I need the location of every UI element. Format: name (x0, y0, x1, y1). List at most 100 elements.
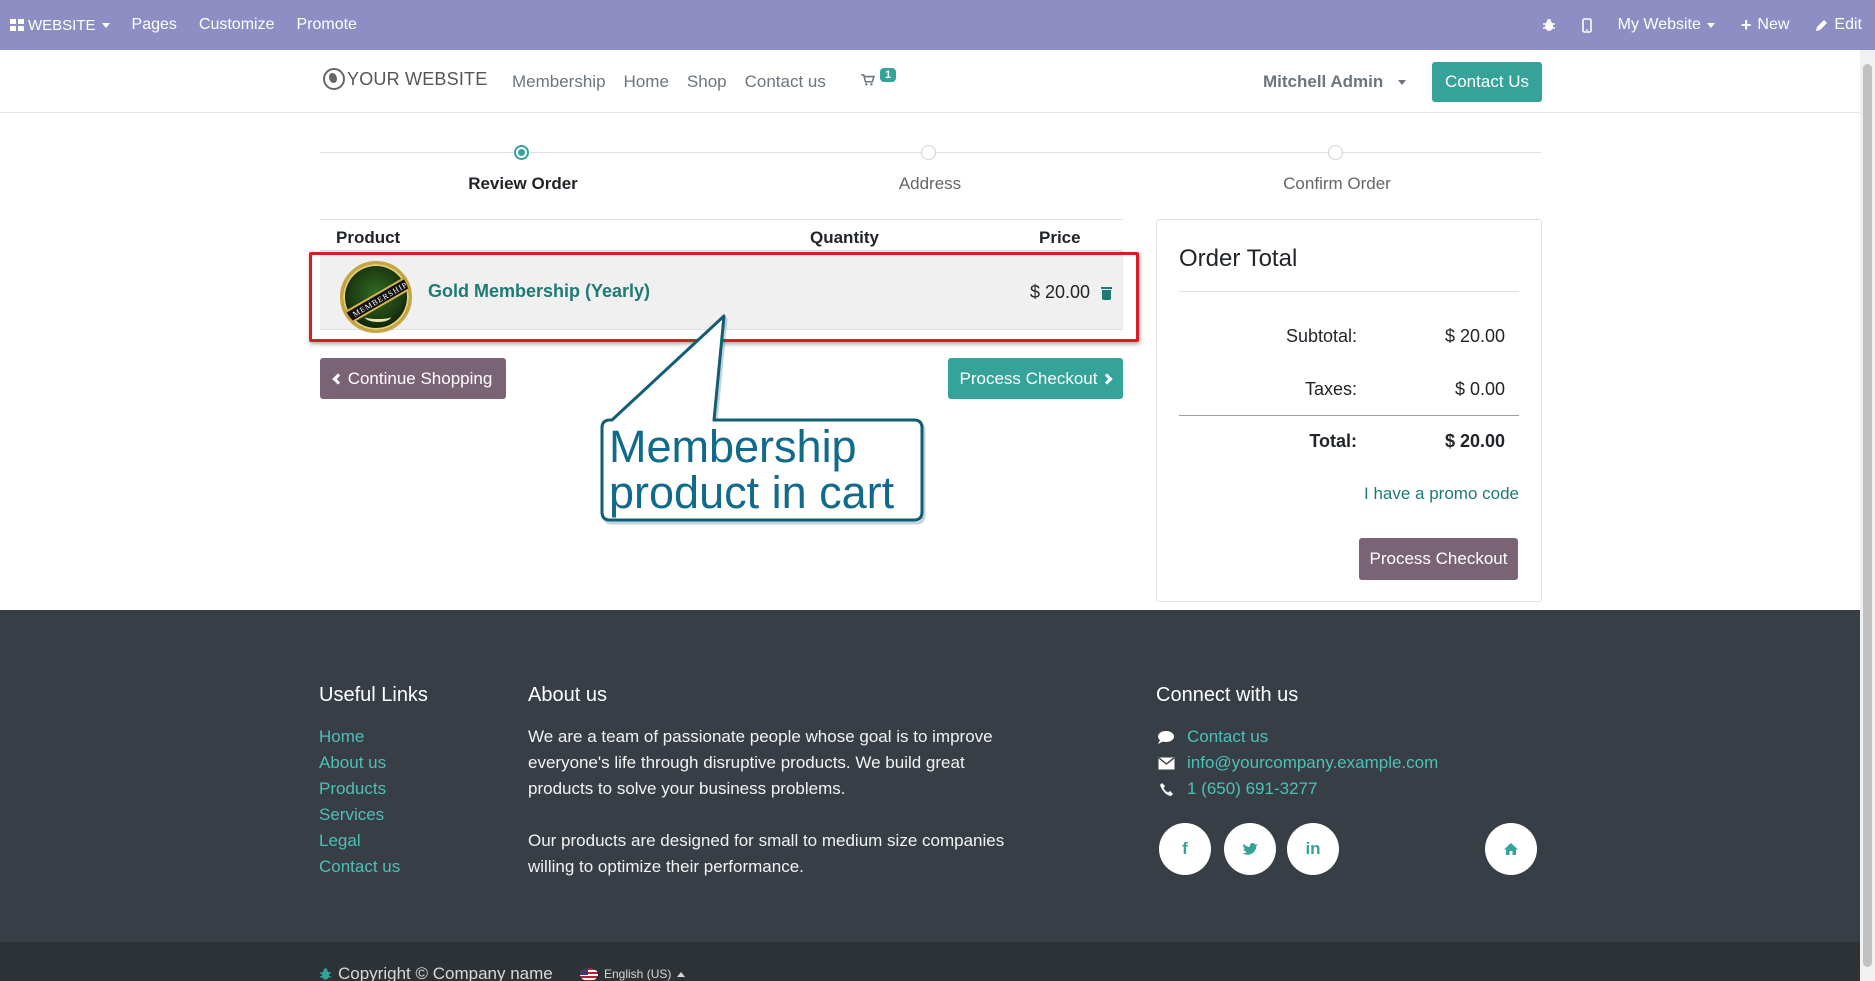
footer-link-home[interactable]: Home (319, 724, 400, 750)
order-total-card: Order Total Subtotal: $ 20.00 Taxes: $ 0… (1156, 219, 1542, 602)
connect-list: Contact us info@yourcompany.example.com … (1156, 724, 1438, 802)
order-process-checkout-button[interactable]: Process Checkout (1359, 538, 1518, 580)
admin-bar: WEBSITE Pages Customize Promote My Websi… (0, 0, 1875, 50)
promo-code-link[interactable]: I have a promo code (1364, 484, 1519, 504)
nav-item-contact-us[interactable]: Contact us (745, 72, 826, 92)
scrollbar-thumb[interactable] (1863, 64, 1872, 967)
nav-item-membership[interactable]: Membership (512, 72, 606, 92)
edit-label: Edit (1834, 16, 1862, 33)
site-footer: Useful Links Home About us Products Serv… (0, 610, 1860, 942)
us-flag-icon (580, 967, 598, 981)
contact-us-button[interactable]: Contact Us (1432, 62, 1542, 102)
subtotal-value: $ 20.00 (1444, 326, 1505, 346)
page-scrollbar[interactable] (1860, 50, 1875, 981)
product-image[interactable]: MEMBERSHIP (340, 261, 412, 333)
new-button[interactable]: + New (1728, 0, 1803, 50)
mobile-icon (1581, 17, 1592, 33)
twitter-icon (1242, 843, 1258, 855)
home-icon (1504, 843, 1518, 855)
language-selector[interactable]: English (US) (580, 967, 686, 981)
laurel-icon (365, 312, 391, 322)
cart-link[interactable]: 1 (860, 68, 900, 94)
my-website-label: My Website (1617, 16, 1701, 33)
product-price: $ 20.00 (1030, 282, 1091, 302)
connect-contact-link[interactable]: Contact us (1187, 724, 1268, 750)
connect-title: Connect with us (1156, 684, 1299, 706)
caret-down-icon (1706, 22, 1715, 28)
useful-links-title: Useful Links (319, 684, 428, 706)
subtotal-label: Subtotal: (1285, 326, 1357, 346)
about-paragraph-1: We are a team of passionate people whose… (528, 727, 993, 798)
caret-down-icon (101, 22, 110, 28)
pages-menu[interactable]: Pages (121, 0, 188, 50)
copyright: Copyright © Company name (319, 964, 553, 981)
pencil-icon (1816, 19, 1828, 31)
copyright-text: Copyright © Company name (338, 964, 553, 981)
trash-icon[interactable] (1101, 287, 1112, 300)
continue-shopping-button[interactable]: Continue Shopping (320, 358, 506, 399)
taxes-value: $ 0.00 (1454, 379, 1505, 399)
step-dot-confirm (1328, 145, 1343, 160)
process-checkout-label: Process Checkout (959, 368, 1098, 388)
promote-menu[interactable]: Promote (285, 0, 367, 50)
footer-link-about-us[interactable]: About us (319, 750, 400, 776)
edit-button[interactable]: Edit (1802, 0, 1875, 50)
cart-table: Product Quantity Price MEMBERSHIP Gold M… (320, 219, 1123, 333)
step-dot-address (921, 145, 936, 160)
callout-text: Membership product in cart (609, 421, 895, 518)
divider (1179, 415, 1519, 416)
my-website-dropdown[interactable]: My Website (1605, 0, 1728, 50)
step-review-order: Review Order (468, 174, 578, 193)
checkout-progress: Review Order Address Confirm Order (320, 140, 1541, 200)
footer-link-products[interactable]: Products (319, 776, 400, 802)
mobile-preview-button[interactable] (1569, 0, 1605, 50)
process-checkout-button[interactable]: Process Checkout (948, 358, 1123, 399)
customize-menu[interactable]: Customize (188, 0, 286, 50)
useful-links-list: Home About us Products Services Legal Co… (319, 724, 400, 880)
bug-icon (319, 968, 332, 980)
shopping-cart-icon (861, 74, 876, 86)
divider (1179, 291, 1519, 292)
product-name-link[interactable]: Gold Membership (Yearly) (428, 281, 650, 302)
footer-link-legal[interactable]: Legal (319, 828, 400, 854)
bug-icon (1542, 19, 1555, 31)
chevron-right-icon (1101, 372, 1114, 385)
cart-table-header: Product Quantity Price (320, 219, 1123, 251)
total-value: $ 20.00 (1444, 431, 1505, 451)
taxes-label: Taxes: (1304, 379, 1357, 399)
website-menu-button[interactable]: WEBSITE (0, 0, 121, 50)
user-name: Mitchell Admin (1263, 72, 1384, 91)
site-logo[interactable]: YOUR WEBSITE (323, 68, 487, 90)
linkedin-button[interactable]: in (1287, 823, 1339, 875)
continue-shopping-label: Continue Shopping (347, 368, 493, 388)
step-address: Address (898, 174, 962, 193)
connect-email-link[interactable]: info@yourcompany.example.com (1187, 750, 1438, 776)
new-label: New (1757, 16, 1790, 33)
comment-icon (1156, 727, 1176, 747)
twitter-button[interactable] (1224, 823, 1276, 875)
step-dot-review (514, 145, 529, 160)
total-label: Total: (1309, 431, 1357, 451)
user-menu[interactable]: Mitchell Admin (1263, 72, 1406, 92)
home-button[interactable] (1485, 823, 1537, 875)
globe-icon (323, 68, 345, 90)
column-product: Product (336, 228, 401, 247)
main-nav: Membership Home Shop Contact us (512, 72, 844, 92)
logo-text: YOUR WEBSITE (347, 68, 488, 89)
site-header: YOUR WEBSITE Membership Home Shop Contac… (0, 50, 1860, 113)
debug-bug-button[interactable] (1529, 0, 1569, 50)
column-quantity: Quantity (810, 228, 879, 247)
caret-down-icon (1398, 80, 1406, 86)
copyright-bar: Copyright © Company name English (US) (0, 942, 1860, 981)
nav-item-shop[interactable]: Shop (687, 72, 727, 92)
envelope-icon (1156, 753, 1176, 773)
footer-link-services[interactable]: Services (319, 802, 400, 828)
website-menu-label: WEBSITE (28, 16, 96, 34)
step-confirm-order: Confirm Order (1283, 174, 1391, 193)
cart-line: MEMBERSHIP Gold Membership (Yearly) $ 20… (320, 251, 1123, 333)
nav-item-home[interactable]: Home (624, 72, 669, 92)
facebook-button[interactable]: f (1159, 823, 1211, 875)
about-paragraph-2: Our products are designed for small to m… (528, 831, 1005, 876)
footer-link-contact-us[interactable]: Contact us (319, 854, 400, 880)
connect-phone-link[interactable]: 1 (650) 691-3277 (1187, 776, 1317, 802)
